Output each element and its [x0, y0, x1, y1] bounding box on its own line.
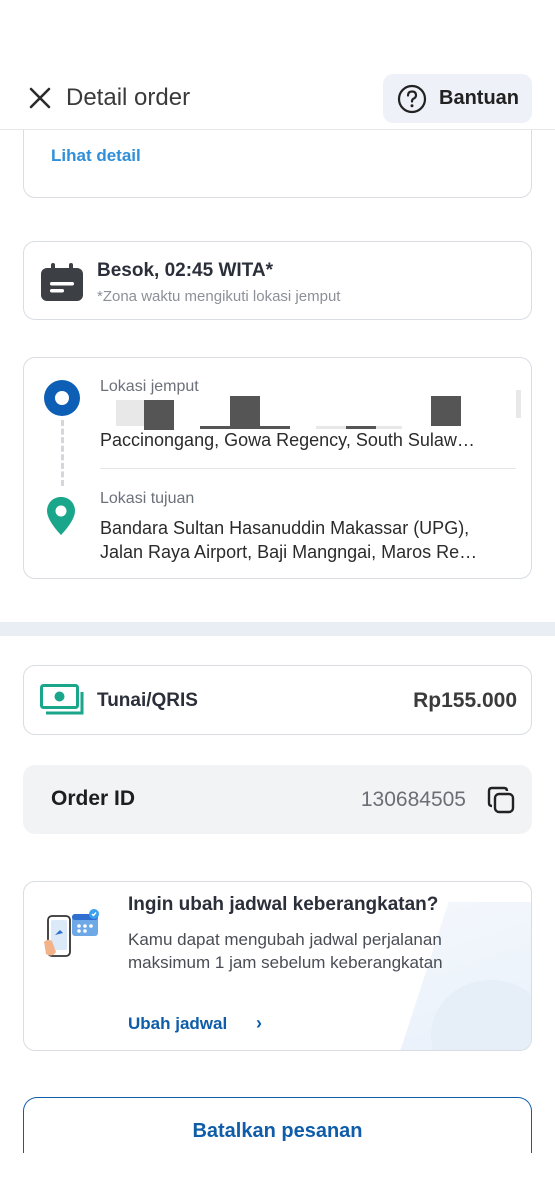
- help-label: Bantuan: [439, 87, 519, 109]
- route-card: Lokasi jemput Paccinongang, Gowa Regency…: [23, 357, 532, 579]
- payment-amount: Rp155.000: [413, 689, 517, 712]
- pickup-address: Paccinongang, Gowa Regency, South Sulaw…: [100, 430, 475, 450]
- phone-calendar-illustration-icon: [44, 909, 99, 957]
- payment-method: Tunai/QRIS: [97, 690, 198, 711]
- close-icon[interactable]: [26, 84, 54, 112]
- redacted-block: [144, 400, 174, 430]
- section-separator: [0, 622, 555, 636]
- route-divider: [100, 468, 516, 469]
- cancel-order-button[interactable]: Batalkan pesanan: [23, 1097, 532, 1153]
- timezone-note: *Zona waktu mengikuti lokasi jemput: [97, 288, 341, 305]
- redacted-block: [116, 400, 144, 426]
- help-button[interactable]: Bantuan: [383, 74, 532, 123]
- order-id-value: 130684505: [360, 788, 466, 811]
- dropoff-label: Lokasi tujuan: [100, 490, 195, 507]
- cash-icon: [40, 684, 84, 715]
- schedule-card: Besok, 02:45 WITA* *Zona waktu mengikuti…: [23, 241, 532, 320]
- redacted-block: [431, 396, 461, 426]
- dropoff-address-line2: Jalan Raya Airport, Baji Mangngai, Maros…: [100, 542, 478, 562]
- reschedule-card: Ingin ubah jadwal keberangkatan? Kamu da…: [23, 881, 532, 1051]
- view-detail-link[interactable]: Lihat detail: [51, 146, 141, 166]
- pickup-label: Lokasi jemput: [100, 378, 199, 395]
- reschedule-link[interactable]: Ubah jadwal: [128, 1014, 227, 1034]
- page-title: Detail order: [66, 84, 191, 111]
- order-id-box: Order ID 130684505: [23, 765, 532, 834]
- schedule-time: Besok, 02:45 WITA*: [97, 260, 273, 281]
- copy-icon[interactable]: [486, 785, 516, 815]
- chevron-right-icon: ›: [256, 1013, 262, 1033]
- origin-pin-icon: [44, 380, 80, 416]
- payment-card[interactable]: Tunai/QRIS Rp155.000: [23, 665, 532, 735]
- calendar-icon: [41, 263, 83, 301]
- reschedule-description: Kamu dapat mengubah jadwal perjalanan ma…: [128, 930, 443, 972]
- destination-pin-icon: [47, 497, 75, 535]
- dropoff-address-line1: Bandara Sultan Hasanuddin Makassar (UPG)…: [100, 518, 470, 538]
- reschedule-title: Ingin ubah jadwal keberangkatan?: [128, 894, 439, 915]
- redacted-block: [516, 390, 521, 418]
- route-connector: [61, 420, 64, 486]
- order-id-label: Order ID: [51, 787, 136, 810]
- header: Detail order Bantuan: [0, 0, 555, 130]
- question-circle-icon: [397, 84, 427, 113]
- redacted-block: [230, 396, 260, 426]
